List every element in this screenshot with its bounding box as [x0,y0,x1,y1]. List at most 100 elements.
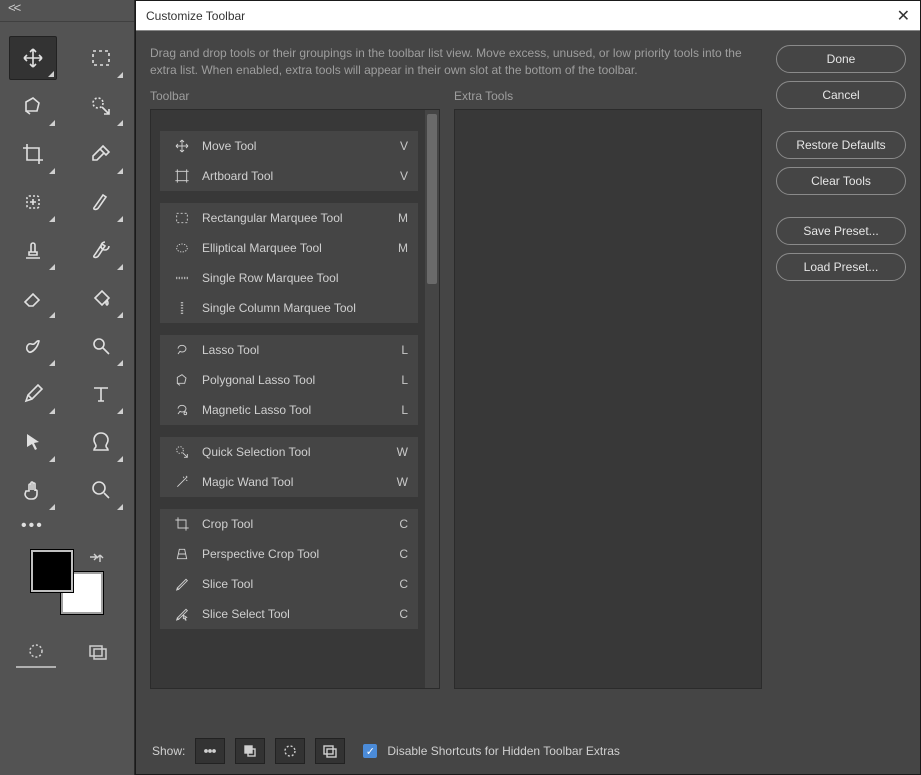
dialog-buttons: Done Cancel Restore Defaults Clear Tools… [776,45,906,714]
tool-group[interactable]: Rectangular Marquee ToolMElliptical Marq… [159,202,419,324]
tool-row[interactable]: Quick Selection ToolW [160,437,418,467]
slice-icon [172,576,192,592]
dialog-title: Customize Toolbar [146,9,245,23]
tool-shortcut: L [401,403,408,417]
cancel-button[interactable]: Cancel [776,81,906,109]
tool-label: Magic Wand Tool [202,475,397,489]
eyedropper-tool-icon[interactable] [77,132,125,176]
hand-tool-icon[interactable] [9,468,57,512]
quick-mask-mode-icon[interactable] [16,636,56,668]
clear-tools-button[interactable]: Clear Tools [776,167,906,195]
tool-row[interactable]: Artboard ToolV [160,161,418,191]
show-extra-slot-icon[interactable] [195,738,225,764]
restore-defaults-button[interactable]: Restore Defaults [776,131,906,159]
tool-row[interactable]: Perspective Crop ToolC [160,539,418,569]
tool-row[interactable]: Slice ToolC [160,569,418,599]
clone-stamp-tool-icon[interactable] [9,228,57,272]
crop-tool-icon[interactable] [9,132,57,176]
tool-row[interactable]: Lasso ToolL [160,335,418,365]
close-icon[interactable]: ✕ [897,6,910,26]
tool-group[interactable]: Quick Selection ToolWMagic Wand ToolW [159,436,419,498]
show-quick-mask-icon[interactable] [275,738,305,764]
show-label: Show: [152,744,185,758]
tool-row[interactable]: Single Row Marquee Tool [160,263,418,293]
rect-marquee-icon [172,210,192,226]
tool-label: Slice Select Tool [202,607,399,621]
tool-label: Artboard Tool [202,169,400,183]
tool-shortcut: C [399,517,408,531]
edit-toolbar-icon[interactable]: ••• [9,516,125,536]
tool-row[interactable]: Slice Select ToolC [160,599,418,629]
mag-lasso-icon [172,402,192,418]
ellipse-marquee-icon [172,240,192,256]
scrollbar-thumb[interactable] [427,114,437,284]
quick-select-tool-icon[interactable] [77,84,125,128]
tool-label: Crop Tool [202,517,399,531]
tool-label: Magnetic Lasso Tool [202,403,401,417]
tool-group[interactable]: Crop ToolCPerspective Crop ToolCSlice To… [159,508,419,630]
tool-row[interactable]: Single Column Marquee Tool [160,293,418,323]
show-color-swatch-icon[interactable] [235,738,265,764]
tool-row[interactable]: Crop ToolC [160,509,418,539]
tool-shortcut: L [401,343,408,357]
magic-wand-icon [172,474,192,490]
brush-tool-icon[interactable] [77,180,125,224]
tool-shortcut: W [397,475,408,489]
paint-bucket-tool-icon[interactable] [77,276,125,320]
tool-row[interactable]: Magnetic Lasso ToolL [160,395,418,425]
tool-label: Move Tool [202,139,400,153]
tool-group[interactable]: Lasso ToolLPolygonal Lasso ToolLMagnetic… [159,334,419,426]
show-screen-mode-icon[interactable] [315,738,345,764]
dialog-description: Drag and drop tools or their groupings i… [150,45,762,79]
tool-shortcut: C [399,577,408,591]
move-tool-icon[interactable] [9,36,57,80]
persp-crop-icon [172,546,192,562]
smudge-tool-icon[interactable] [9,324,57,368]
tool-shortcut: C [399,547,408,561]
tool-shortcut: M [398,211,408,225]
collapse-panel-button[interactable]: << [0,0,134,22]
dodge-tool-icon[interactable] [77,324,125,368]
history-brush-tool-icon[interactable] [77,228,125,272]
save-preset-button[interactable]: Save Preset... [776,217,906,245]
healing-brush-tool-icon[interactable] [9,180,57,224]
disable-shortcuts-label: Disable Shortcuts for Hidden Toolbar Ext… [387,744,620,758]
tool-group[interactable]: Move ToolVArtboard ToolV [159,130,419,192]
tool-row[interactable]: Polygonal Lasso ToolL [160,365,418,395]
type-tool-icon[interactable] [77,372,125,416]
tool-shortcut: L [401,373,408,387]
poly-lasso-tool-icon[interactable] [9,84,57,128]
eraser-tool-icon[interactable] [9,276,57,320]
disable-shortcuts-checkbox[interactable]: ✓ [363,744,377,758]
scrollbar-track[interactable] [425,110,439,688]
col-marquee-icon [172,300,192,316]
quick-select-icon [172,444,192,460]
tool-row[interactable]: Move ToolV [160,131,418,161]
poly-lasso-icon [172,372,192,388]
extra-tools-list[interactable] [454,109,762,689]
foreground-color-swatch[interactable] [31,550,73,592]
zoom-tool-icon[interactable] [77,468,125,512]
pen-tool-icon[interactable] [9,372,57,416]
tool-shortcut: W [397,445,408,459]
tool-row[interactable]: Magic Wand ToolW [160,467,418,497]
load-preset-button[interactable]: Load Preset... [776,253,906,281]
toolbar-list[interactable]: Move ToolVArtboard ToolV Rectangular Marq… [150,109,440,689]
tool-row[interactable]: Elliptical Marquee ToolM [160,233,418,263]
tool-row[interactable]: Rectangular Marquee ToolM [160,203,418,233]
shape-tool-icon[interactable] [77,420,125,464]
path-select-tool-icon[interactable] [9,420,57,464]
tool-label: Rectangular Marquee Tool [202,211,398,225]
customize-toolbar-dialog: Customize Toolbar ✕ Drag and drop tools … [135,0,921,775]
swap-colors-icon[interactable] [87,550,107,570]
tool-shortcut: M [398,241,408,255]
tool-label: Single Row Marquee Tool [202,271,408,285]
toolbar-list-header: Toolbar [150,89,440,103]
screen-mode-icon[interactable] [78,636,118,668]
rect-marquee-tool-icon[interactable] [77,36,125,80]
done-button[interactable]: Done [776,45,906,73]
move-icon [172,138,192,154]
tool-label: Polygonal Lasso Tool [202,373,401,387]
lasso-icon [172,342,192,358]
tool-label: Slice Tool [202,577,399,591]
